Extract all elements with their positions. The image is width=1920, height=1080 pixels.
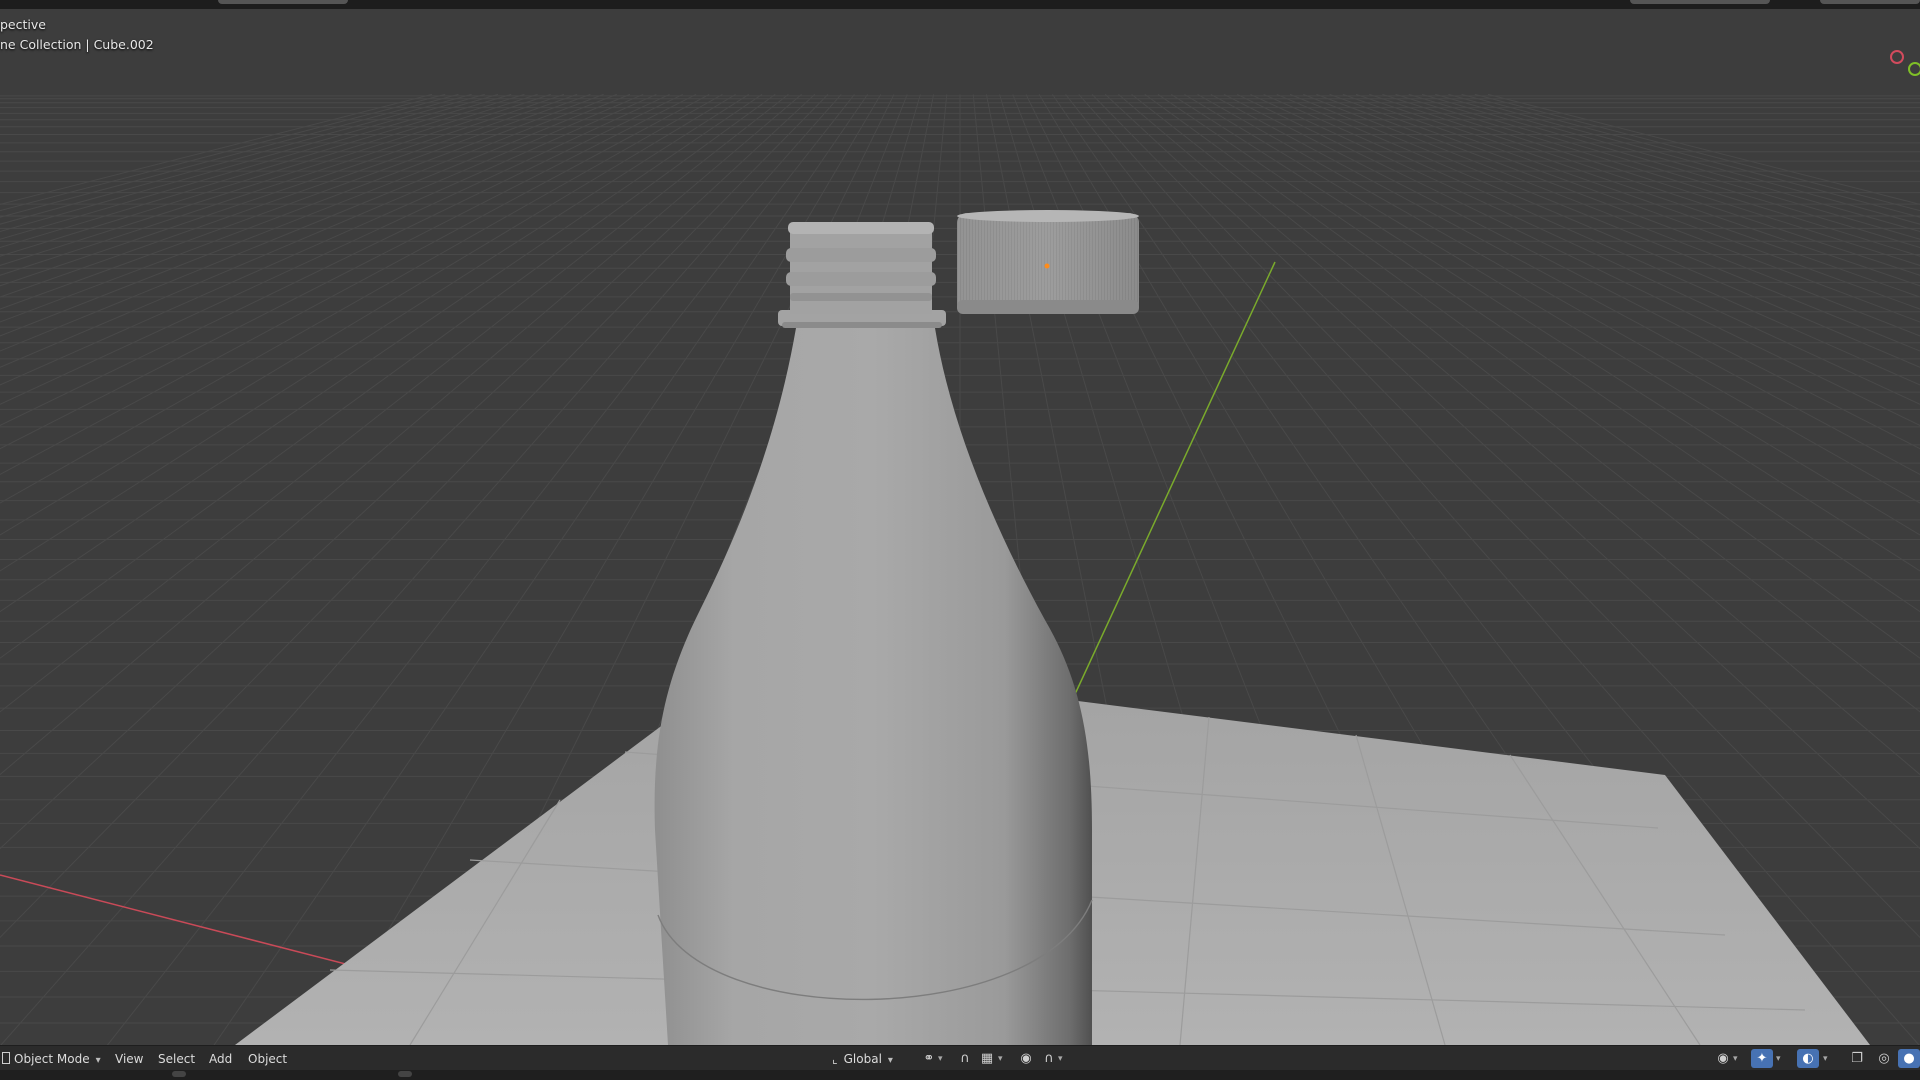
top-tab-stub[interactable] — [218, 0, 348, 4]
menu-view[interactable]: View — [109, 1050, 149, 1068]
chevron-down-icon[interactable]: ▾ — [1733, 1050, 1738, 1068]
view-name-label: pective — [0, 17, 46, 32]
chevron-down-icon: ▾ — [95, 1055, 101, 1066]
status-mouse-icon — [172, 1071, 186, 1077]
mode-label: Object Mode — [14, 1052, 90, 1066]
mode-dropdown[interactable]: Object Mode ▾ — [0, 1050, 107, 1068]
xray-icon[interactable]: ❐ — [1846, 1049, 1868, 1068]
menu-select[interactable]: Select — [152, 1050, 201, 1068]
chevron-down-icon[interactable]: ▾ — [1776, 1050, 1781, 1068]
solid-shading-icon[interactable]: ● — [1898, 1049, 1920, 1068]
falloff-curve-icon[interactable]: ∩ — [1038, 1049, 1060, 1068]
gizmo-y-axis-icon[interactable] — [1908, 62, 1920, 76]
object-visibility-icon[interactable]: ◉ — [1712, 1049, 1734, 1068]
gizmo-x-axis-icon[interactable] — [1890, 50, 1904, 64]
snap-magnet-icon[interactable]: ∩ — [954, 1049, 976, 1068]
top-tab-stub[interactable] — [1820, 0, 1920, 4]
bottle-cap-model[interactable] — [957, 210, 1139, 314]
chevron-down-icon[interactable]: ▾ — [1058, 1050, 1063, 1068]
transform-orientation-dropdown[interactable]: ⌞ Global ▾ — [828, 1050, 897, 1068]
viewport-gizmo-icon[interactable]: ✦ — [1751, 1049, 1773, 1068]
pivot-point-icon[interactable]: ⚭ — [918, 1049, 940, 1068]
snap-increment-icon[interactable]: ▦ — [976, 1049, 998, 1068]
orientation-label: Global — [843, 1052, 882, 1066]
overlays-icon[interactable]: ◐ — [1797, 1049, 1819, 1068]
menu-object[interactable]: Object — [242, 1050, 293, 1068]
chevron-down-icon[interactable]: ▾ — [1823, 1050, 1828, 1068]
chevron-down-icon[interactable]: ▾ — [938, 1050, 943, 1068]
collection-object-label: ne Collection | Cube.002 — [0, 37, 154, 52]
menu-add[interactable]: Add — [203, 1050, 238, 1068]
proportional-editing-icon[interactable]: ◉ — [1015, 1049, 1037, 1068]
top-tab-stub[interactable] — [1630, 0, 1770, 4]
status-bar — [0, 1070, 1920, 1080]
transform-orientation-icon: ⌞ — [832, 1052, 838, 1066]
viewport-header: Object Mode ▾ View Select Add Object ⌞ Glo… — [0, 1045, 1920, 1071]
status-mouse-icon — [398, 1071, 412, 1077]
chevron-down-icon[interactable]: ▾ — [998, 1050, 1003, 1068]
object-mode-icon — [2, 1052, 10, 1064]
chevron-down-icon: ▾ — [887, 1055, 893, 1066]
top-header-strip — [0, 0, 1920, 9]
viewport-scene[interactable] — [0, 0, 1920, 1080]
object-origin-dot — [1044, 263, 1050, 269]
3d-viewport[interactable]: pective ne Collection | Cube.002 — [0, 0, 1920, 1080]
wireframe-shading-icon[interactable]: ◎ — [1873, 1049, 1895, 1068]
